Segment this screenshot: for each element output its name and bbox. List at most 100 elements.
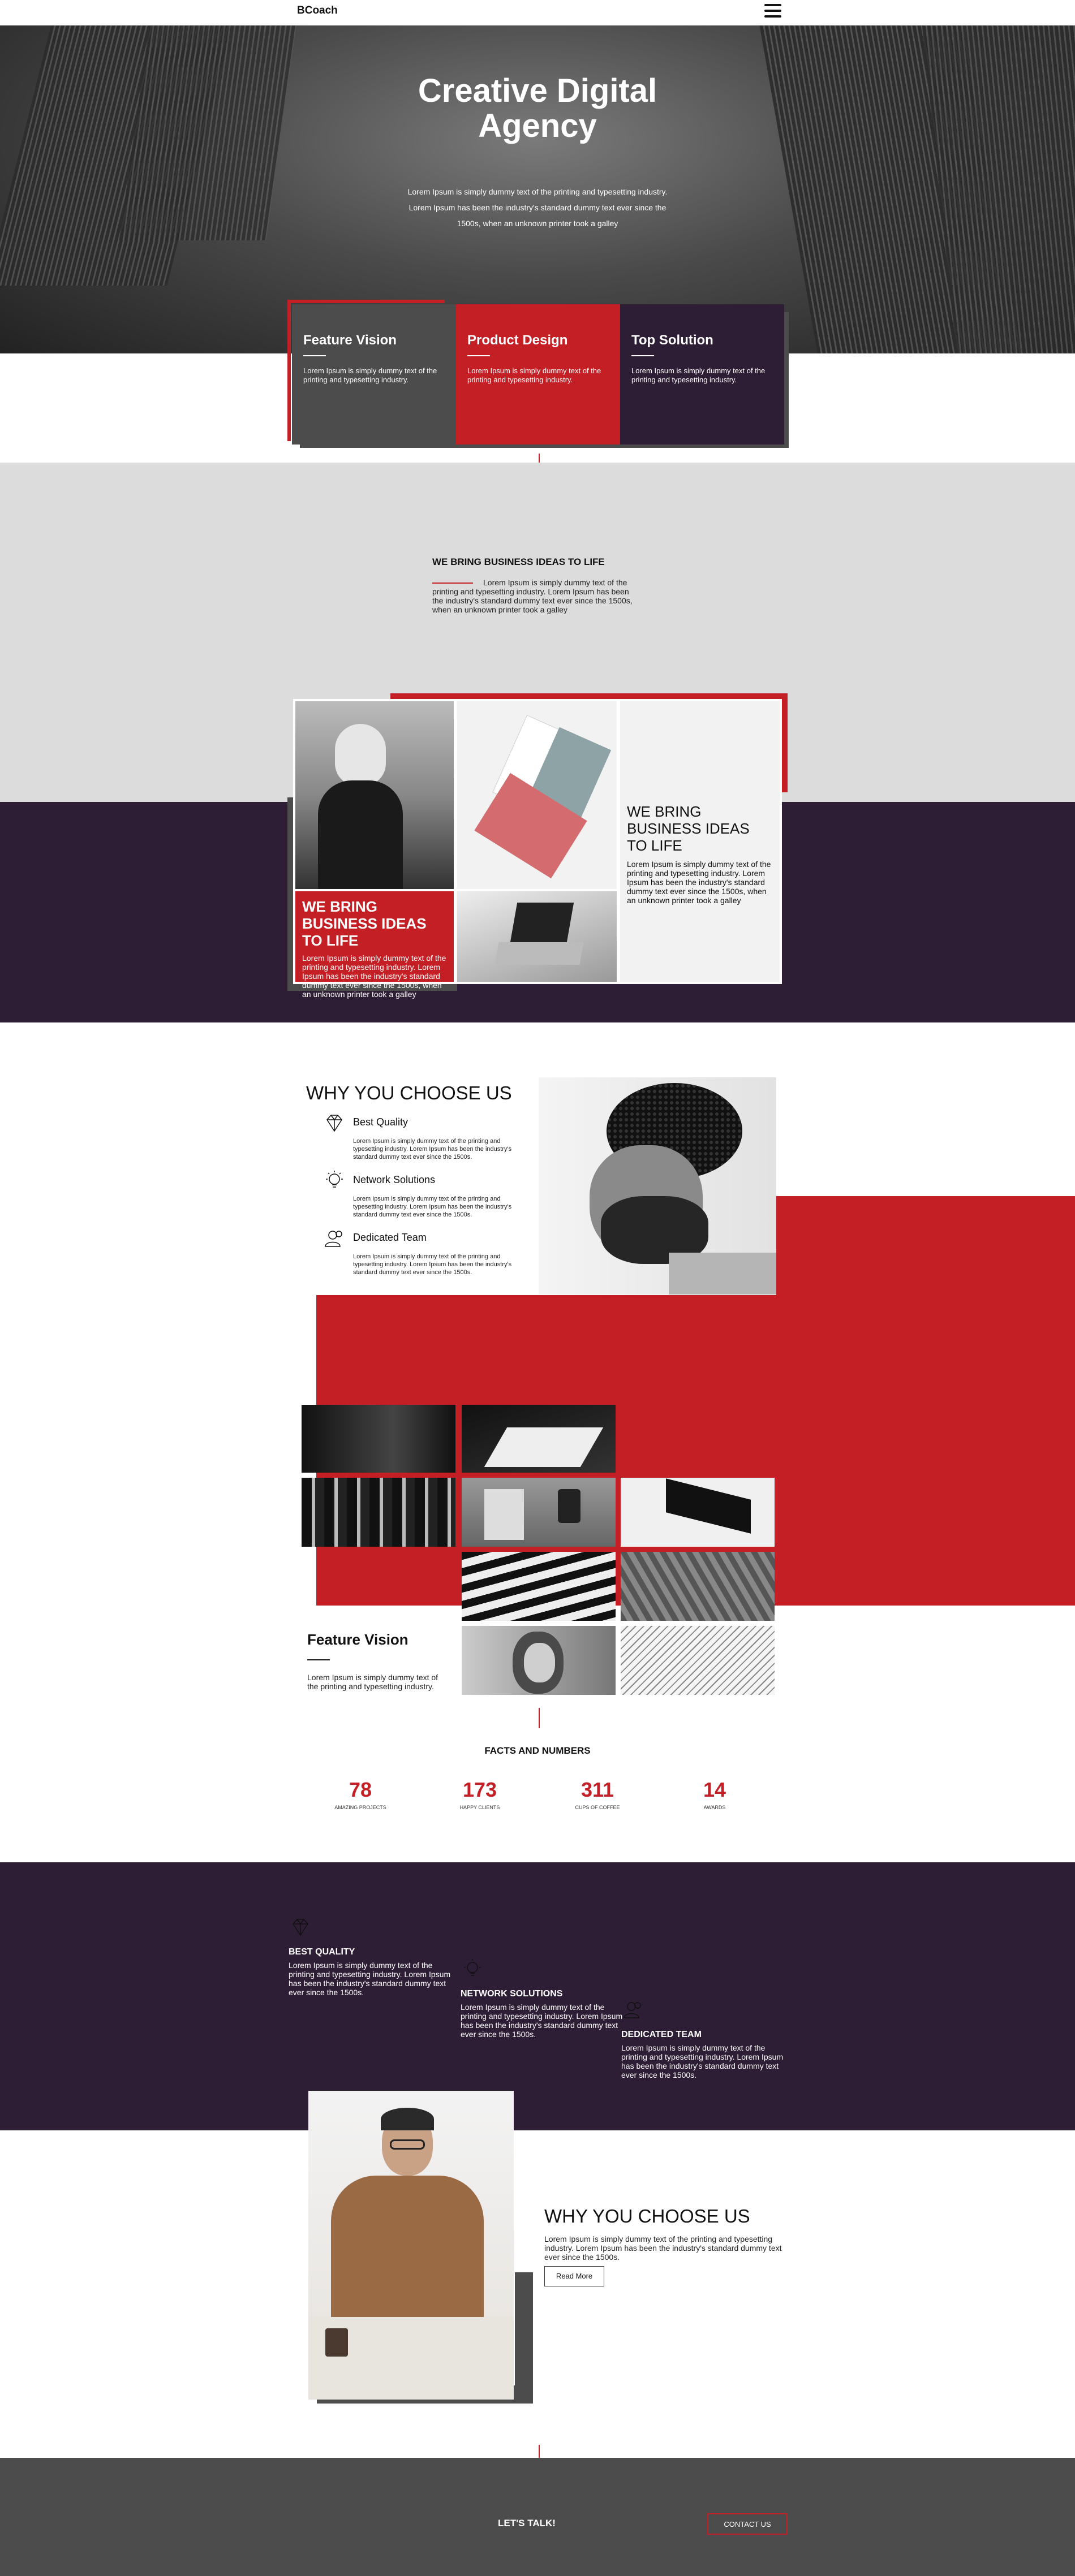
gallery-lines-image xyxy=(621,1626,775,1695)
photo-grid: WE BRING BUSINESS IDEAS TO LIFE Lorem Ip… xyxy=(293,699,782,999)
card-text: Lorem Ipsum is simply dummy text of the … xyxy=(302,953,446,999)
fact-number: 311 xyxy=(580,1778,614,1801)
feature-card-vision[interactable]: Feature Vision Lorem Ipsum is simply dum… xyxy=(292,304,456,445)
service-network: NETWORK SOLUTIONS Lorem Ipsum is simply … xyxy=(461,1958,625,2039)
hero-subtitle: Lorem Ipsum is simply dummy text of the … xyxy=(407,187,668,228)
why-title: WHY YOU CHOOSE US xyxy=(306,1082,512,1103)
feature-card-design[interactable]: Product Design Lorem Ipsum is simply dum… xyxy=(456,304,620,445)
feature-title: Top Solution xyxy=(631,333,713,348)
item-text: Lorem Ipsum is simply dummy text of the … xyxy=(353,1196,512,1218)
item-text: Lorem Ipsum is simply dummy text of the … xyxy=(353,1138,512,1160)
fact-label: AWARDS xyxy=(703,1805,726,1810)
lightbulb-icon xyxy=(326,1171,343,1188)
accent-bar xyxy=(287,300,291,441)
feature-title: Feature Vision xyxy=(303,333,397,348)
accent-bar xyxy=(287,300,445,303)
laptop-screen xyxy=(510,903,574,942)
glasses xyxy=(390,2139,425,2150)
feature-vision-title: Feature Vision xyxy=(307,1631,408,1648)
sign-shape xyxy=(666,1478,751,1534)
notebook xyxy=(484,1489,524,1540)
fact-number: 78 xyxy=(349,1778,372,1801)
gallery-woman-image xyxy=(462,1626,616,1695)
feature-vision-text: Lorem Ipsum is simply dummy text of the … xyxy=(307,1673,438,1691)
brand-logo[interactable]: BCoach xyxy=(297,5,338,17)
feature-text: Lorem Ipsum is simply dummy text of the … xyxy=(467,366,601,384)
fact-clients: 173 HAPPY CLIENTS xyxy=(437,1778,522,1811)
team-icon xyxy=(325,1231,342,1247)
laptop-desk-image xyxy=(457,891,617,982)
feature-title: Product Design xyxy=(467,333,568,348)
shirt xyxy=(669,1253,776,1295)
fact-awards: 14 AWARDS xyxy=(672,1778,757,1811)
service-team: DEDICATED TEAM Lorem Ipsum is simply dum… xyxy=(621,1999,785,2079)
hero-title: Creative Digital Agency xyxy=(418,72,657,144)
smiling-man-image xyxy=(308,2091,514,2400)
ideas-card-red: WE BRING BUSINESS IDEAS TO LIFE Lorem Ip… xyxy=(295,891,454,999)
divider xyxy=(303,355,326,356)
gallery-hex-image xyxy=(621,1552,775,1621)
gallery-stripes-image xyxy=(462,1552,616,1621)
diamond-icon xyxy=(293,1919,308,1936)
bearded-man-image xyxy=(539,1077,776,1295)
card-title: WE BRING BUSINESS IDEAS TO LIFE xyxy=(302,898,427,949)
fact-label: AMAZING PROJECTS xyxy=(334,1805,386,1810)
man-sweater xyxy=(331,2176,484,2323)
feature-text: Lorem Ipsum is simply dummy text of the … xyxy=(303,366,437,384)
why2-title: WHY YOU CHOOSE US xyxy=(544,2206,750,2227)
feature-vision-divider xyxy=(307,1659,330,1660)
coffee-cup xyxy=(325,2328,348,2357)
lightbulb-icon xyxy=(464,1959,481,1976)
book-pages xyxy=(484,1427,604,1467)
laptop-base xyxy=(494,942,584,965)
phone xyxy=(558,1489,580,1523)
man-hair xyxy=(381,2108,434,2130)
ideas-text: Lorem Ipsum is simply dummy text of the … xyxy=(432,578,633,614)
woman-portrait-image xyxy=(295,701,454,889)
ideas-card-white: WE BRING BUSINESS IDEAS TO LIFE Lorem Ip… xyxy=(620,701,780,982)
gallery-dark-image xyxy=(302,1405,455,1473)
card-text: Lorem Ipsum is simply dummy text of the … xyxy=(627,860,771,905)
ideas-title: WE BRING BUSINESS IDEAS TO LIFE xyxy=(432,556,605,567)
facts-title: FACTS AND NUMBERS xyxy=(484,1745,591,1756)
business-cards-image xyxy=(457,701,617,889)
fact-number: 14 xyxy=(703,1778,726,1801)
gallery-desk-items-image xyxy=(462,1478,616,1547)
card-title: WE BRING BUSINESS IDEAS TO LIFE xyxy=(627,803,750,854)
fact-number: 173 xyxy=(462,1778,497,1801)
item-title: Network Solutions xyxy=(353,1174,436,1185)
portrait-suit xyxy=(318,780,403,889)
feature-text: Lorem Ipsum is simply dummy text of the … xyxy=(631,366,766,384)
why2-text: Lorem Ipsum is simply dummy text of the … xyxy=(544,2234,782,2262)
team-icon xyxy=(624,2002,641,2018)
card-shadow xyxy=(515,2272,533,2404)
gallery-chairs-image xyxy=(302,1478,455,1547)
fact-label: HAPPY CLIENTS xyxy=(459,1805,500,1810)
service-text: Lorem Ipsum is simply dummy text of the … xyxy=(461,2003,623,2039)
divider xyxy=(631,355,654,356)
divider xyxy=(467,355,490,356)
hamburger-menu-icon[interactable] xyxy=(764,4,781,18)
service-title: NETWORK SOLUTIONS xyxy=(461,1989,563,1999)
diamond-icon xyxy=(326,1115,342,1132)
section-divider xyxy=(539,1708,540,1728)
service-text: Lorem Ipsum is simply dummy text of the … xyxy=(621,2043,784,2079)
contact-us-button[interactable]: CONTACT US xyxy=(707,2513,788,2535)
feature-cards: Feature Vision Lorem Ipsum is simply dum… xyxy=(287,300,789,448)
service-title: DEDICATED TEAM xyxy=(621,2030,702,2039)
item-title: Best Quality xyxy=(353,1116,408,1128)
building-left2-image xyxy=(119,25,300,240)
service-title: BEST QUALITY xyxy=(289,1947,355,1957)
item-text: Lorem Ipsum is simply dummy text of the … xyxy=(353,1253,512,1276)
feature-card-solution[interactable]: Top Solution Lorem Ipsum is simply dummy… xyxy=(620,304,784,445)
fact-projects: 78 AMAZING PROJECTS xyxy=(318,1778,403,1811)
read-more-button[interactable]: Read More xyxy=(544,2266,604,2286)
lets-talk-heading: LET'S TALK! xyxy=(498,2518,556,2528)
portrait-face xyxy=(335,724,386,786)
service-quality: BEST QUALITY Lorem Ipsum is simply dummy… xyxy=(289,1916,453,1997)
item-title: Dedicated Team xyxy=(353,1232,427,1243)
footer xyxy=(0,2458,1075,2576)
gallery-book-image xyxy=(462,1405,616,1473)
gallery-sign-image xyxy=(621,1478,775,1547)
fact-label: CUPS OF COFFEE xyxy=(575,1805,620,1810)
